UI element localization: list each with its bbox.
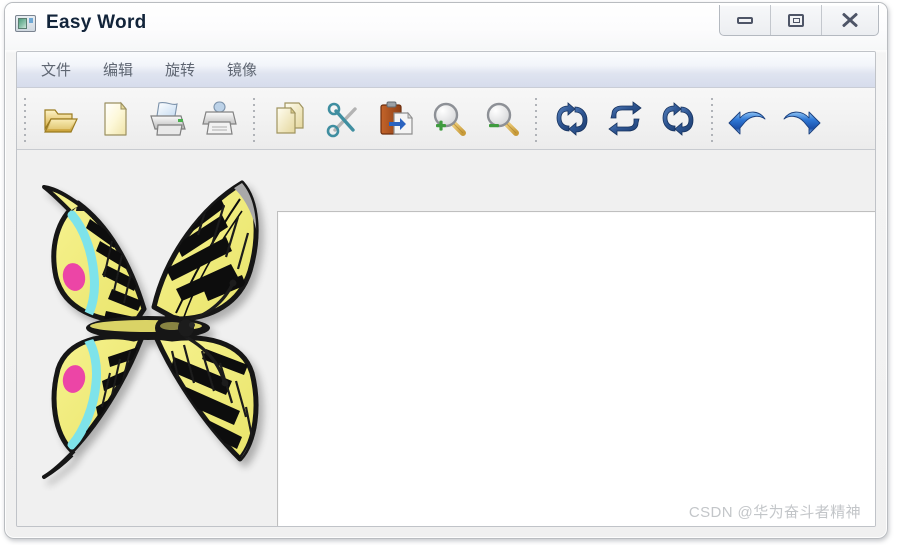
undo-arrow-icon	[728, 111, 765, 134]
application-window: Easy Word 文件 编辑 旋转 镜像 CSDN @华为奋斗者精神	[4, 2, 888, 539]
paste-icon	[379, 101, 413, 135]
zoom-out-icon	[486, 102, 519, 136]
minimize-icon	[737, 16, 753, 24]
content-area: CSDN @华为奋斗者精神	[17, 151, 875, 526]
flip-button[interactable]	[598, 92, 651, 145]
minimize-button[interactable]	[720, 5, 771, 35]
maximize-icon	[788, 13, 804, 27]
print-preview-button[interactable]	[193, 92, 246, 145]
title-bar[interactable]: Easy Word	[5, 3, 887, 50]
new-document-button[interactable]	[87, 92, 140, 145]
toolbar-grip-1	[20, 95, 31, 142]
rotate-right-button[interactable]	[651, 92, 704, 145]
window-image-icon	[15, 14, 36, 32]
menu-bar: 文件 编辑 旋转 镜像	[17, 52, 875, 88]
rotate-left-button[interactable]	[545, 92, 598, 145]
title-bar-content: Easy Word	[15, 12, 147, 34]
flip-icon	[607, 100, 642, 136]
print-button[interactable]	[140, 92, 193, 145]
toolbar-group-rotate	[545, 88, 704, 149]
open-folder-icon	[43, 108, 78, 133]
close-icon	[842, 13, 859, 28]
rotate-right-icon	[662, 101, 693, 136]
toolbar	[17, 88, 875, 150]
open-button[interactable]	[34, 92, 87, 145]
paste-button[interactable]	[369, 92, 422, 145]
window-controls	[719, 5, 879, 36]
toolbar-grip-3	[531, 95, 542, 142]
redo-arrow-icon	[783, 111, 820, 134]
toolbar-group-file	[34, 88, 246, 149]
menu-item-mirror[interactable]: 镜像	[214, 55, 270, 84]
close-button[interactable]	[822, 5, 878, 35]
maximize-button[interactable]	[771, 5, 822, 35]
print-icon	[149, 101, 186, 136]
toolbar-grip-4	[707, 95, 718, 142]
zoom-out-button[interactable]	[475, 92, 528, 145]
menu-item-rotate[interactable]: 旋转	[152, 55, 208, 84]
copy-icon	[275, 101, 304, 134]
zoom-in-button[interactable]	[422, 92, 475, 145]
undo-button[interactable]	[721, 92, 774, 145]
client-frame: 文件 编辑 旋转 镜像 CSDN @华为奋斗者精神	[16, 51, 876, 527]
document-canvas[interactable]	[277, 211, 875, 526]
window-title: Easy Word	[46, 12, 147, 33]
toolbar-group-edit	[263, 88, 528, 149]
rotate-left-icon	[556, 101, 587, 136]
cut-button[interactable]	[316, 92, 369, 145]
scissors-icon	[326, 102, 357, 137]
toolbar-group-history	[721, 88, 827, 149]
menu-item-edit[interactable]: 编辑	[90, 55, 146, 84]
toolbar-grip-2	[249, 95, 260, 142]
image-panel[interactable]	[23, 155, 275, 503]
print-preview-icon	[201, 100, 237, 135]
butterfly-image	[42, 180, 259, 479]
new-document-icon	[103, 101, 127, 136]
menu-item-file[interactable]: 文件	[28, 55, 84, 84]
zoom-in-icon	[433, 102, 466, 136]
copy-button[interactable]	[263, 92, 316, 145]
redo-button[interactable]	[774, 92, 827, 145]
